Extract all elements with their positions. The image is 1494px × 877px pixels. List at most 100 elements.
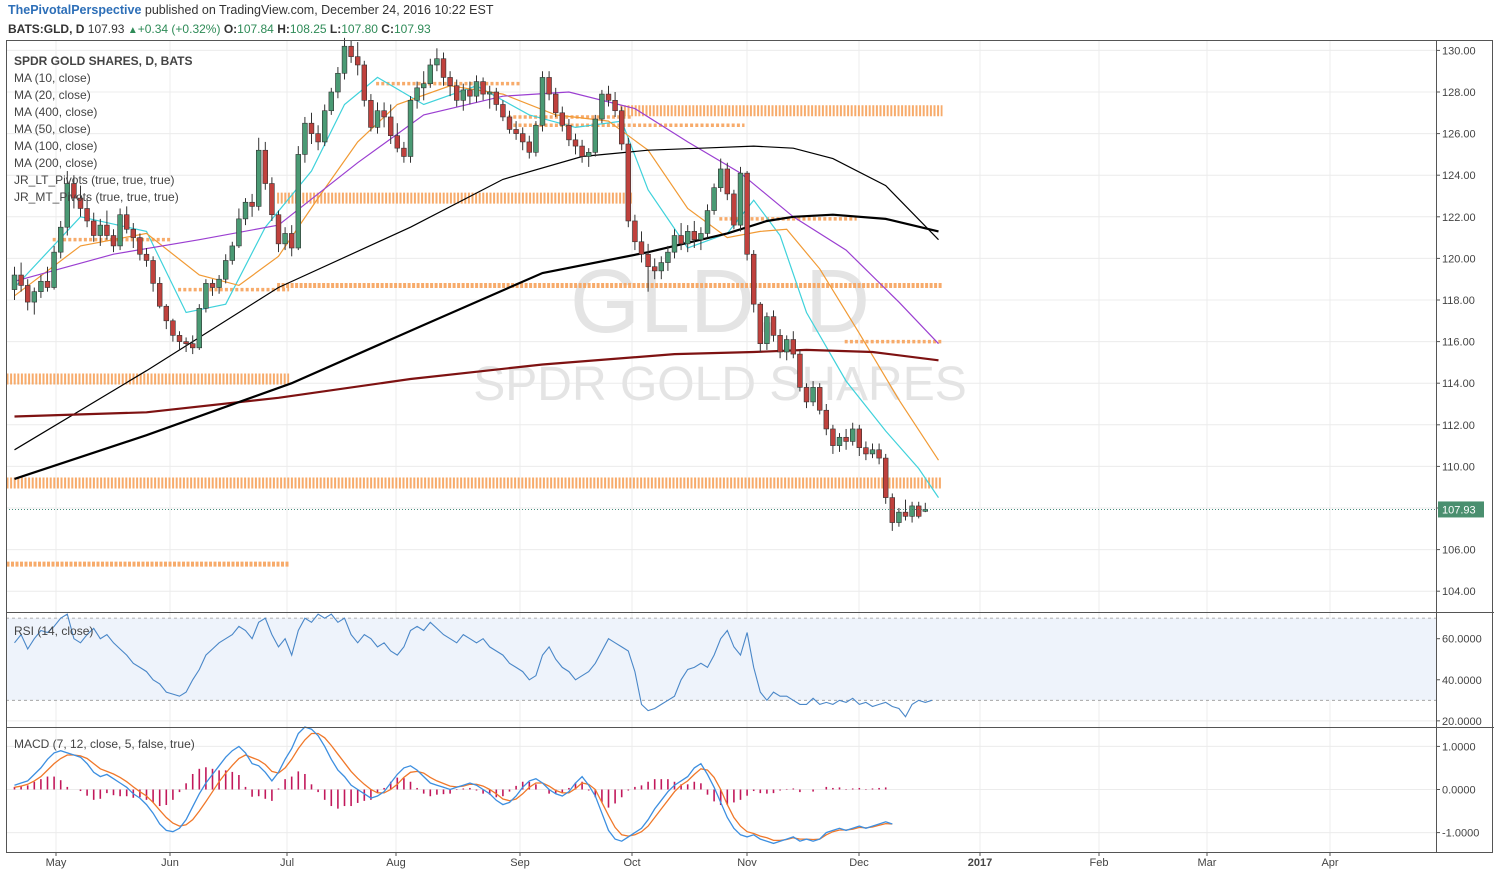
candle-body bbox=[269, 183, 275, 216]
candle-body bbox=[717, 168, 724, 188]
candle-body bbox=[143, 253, 150, 261]
candle-body bbox=[31, 291, 37, 303]
candle-body bbox=[896, 511, 902, 523]
candle-body bbox=[665, 251, 671, 263]
candle-body bbox=[552, 93, 559, 114]
rsi-band bbox=[6, 618, 1436, 701]
candle-body bbox=[315, 133, 321, 143]
candle-body bbox=[387, 116, 394, 136]
candle-body bbox=[282, 233, 288, 245]
axis-tick-label: 104.00 bbox=[1442, 586, 1476, 598]
candle-body bbox=[229, 245, 235, 261]
candle-body bbox=[737, 172, 744, 226]
candle-body bbox=[764, 316, 770, 344]
candle-body bbox=[460, 89, 466, 101]
candle-body bbox=[526, 141, 533, 153]
candle-body bbox=[519, 133, 526, 143]
candle-body bbox=[618, 110, 625, 145]
axis-tick-label: 112.00 bbox=[1442, 420, 1475, 432]
candle-body bbox=[97, 224, 104, 236]
candle-body bbox=[625, 143, 632, 222]
candle-body bbox=[559, 112, 566, 126]
candle-body bbox=[130, 228, 136, 238]
candle-body bbox=[440, 58, 447, 78]
candle-body bbox=[91, 220, 97, 236]
candle-body bbox=[104, 224, 110, 236]
axis-tick-label: 20.0000 bbox=[1442, 716, 1482, 728]
candle-body bbox=[658, 262, 665, 272]
candle-body bbox=[750, 253, 757, 305]
candle-body bbox=[117, 214, 123, 247]
candle-body bbox=[407, 100, 414, 157]
candle-body bbox=[757, 303, 764, 344]
candle-body bbox=[790, 339, 797, 355]
candle-body bbox=[843, 436, 849, 442]
candle-body bbox=[889, 497, 896, 523]
candle-body bbox=[183, 341, 189, 344]
candle-body bbox=[262, 149, 268, 184]
candle-body bbox=[321, 110, 328, 143]
axis-tick-label: 128.00 bbox=[1442, 87, 1476, 99]
legend-entry: MA (50, close) bbox=[14, 122, 91, 136]
time-tick-label: Nov bbox=[737, 857, 757, 869]
pane-frames bbox=[6, 40, 1494, 853]
candle-body bbox=[38, 280, 44, 292]
candle-body bbox=[902, 511, 909, 517]
candle-body bbox=[18, 274, 24, 286]
candle-body bbox=[394, 135, 400, 149]
candle-body bbox=[176, 335, 183, 342]
candle-body bbox=[632, 220, 638, 243]
candle-body bbox=[414, 87, 420, 101]
indicator-legend: SPDR GOLD SHARES, D, BATS MA (10, close) M… bbox=[14, 54, 192, 204]
candle-body bbox=[216, 278, 222, 288]
candle-body bbox=[295, 154, 301, 249]
candle-body bbox=[671, 235, 678, 253]
candle-body bbox=[420, 83, 427, 89]
candle-body bbox=[51, 251, 57, 288]
candle-body bbox=[348, 45, 354, 57]
candle-body bbox=[711, 187, 717, 211]
candle-body bbox=[539, 77, 546, 126]
axis-tick-label: 106.00 bbox=[1442, 545, 1476, 557]
candle-body bbox=[124, 214, 130, 230]
axis-tick-label: -1.0000 bbox=[1442, 828, 1479, 840]
candle-body bbox=[302, 122, 308, 155]
candle-body bbox=[236, 218, 242, 247]
candle-body bbox=[731, 193, 737, 226]
candle-body bbox=[803, 387, 810, 403]
candle-body bbox=[572, 139, 579, 147]
candle-body bbox=[57, 226, 64, 253]
time-tick-label: Aug bbox=[386, 857, 406, 869]
axis-tick-label: 40.0000 bbox=[1442, 675, 1482, 687]
price-axis[interactable]: 130.00 128.00 126.00 124.00 122.00 120.00 118.… bbox=[1436, 45, 1484, 840]
candle-body bbox=[579, 145, 585, 157]
legend-entry: MA (10, close) bbox=[14, 71, 91, 85]
candle-body bbox=[157, 283, 163, 307]
candle-body bbox=[137, 237, 143, 255]
time-tick-label: Jun bbox=[161, 857, 179, 869]
candle-body bbox=[651, 266, 658, 272]
candle-body bbox=[341, 45, 348, 74]
candle-body bbox=[196, 308, 202, 349]
axis-tick-label: 60.0000 bbox=[1442, 634, 1482, 646]
candle-body bbox=[863, 447, 869, 455]
candle-body bbox=[401, 147, 407, 157]
candle-body bbox=[354, 56, 361, 66]
candle-body bbox=[170, 320, 176, 336]
candle-body bbox=[922, 509, 929, 512]
axis-tick-label: 120.00 bbox=[1442, 253, 1476, 265]
time-axis[interactable]: May Jun Jul Aug Sep Oct Nov Dec 2017 Feb Mar Apr bbox=[46, 852, 1339, 869]
legend-entry: MA (20, close) bbox=[14, 88, 91, 102]
candle-body bbox=[255, 149, 262, 207]
price-chart[interactable]: GLD, D SPDR GOLD SHARES 130.00 128.00 126.… bbox=[0, 0, 1494, 877]
candle-body bbox=[506, 116, 513, 130]
candle-body bbox=[163, 305, 169, 322]
time-tick-label: Sep bbox=[510, 857, 530, 869]
watermark-name: SPDR GOLD SHARES bbox=[473, 358, 966, 411]
candle-body bbox=[797, 353, 803, 388]
candle-body bbox=[605, 93, 612, 101]
candle-body bbox=[770, 316, 777, 336]
candle-body bbox=[612, 100, 618, 112]
time-tick-label: May bbox=[46, 857, 67, 869]
candle-body bbox=[909, 505, 915, 517]
